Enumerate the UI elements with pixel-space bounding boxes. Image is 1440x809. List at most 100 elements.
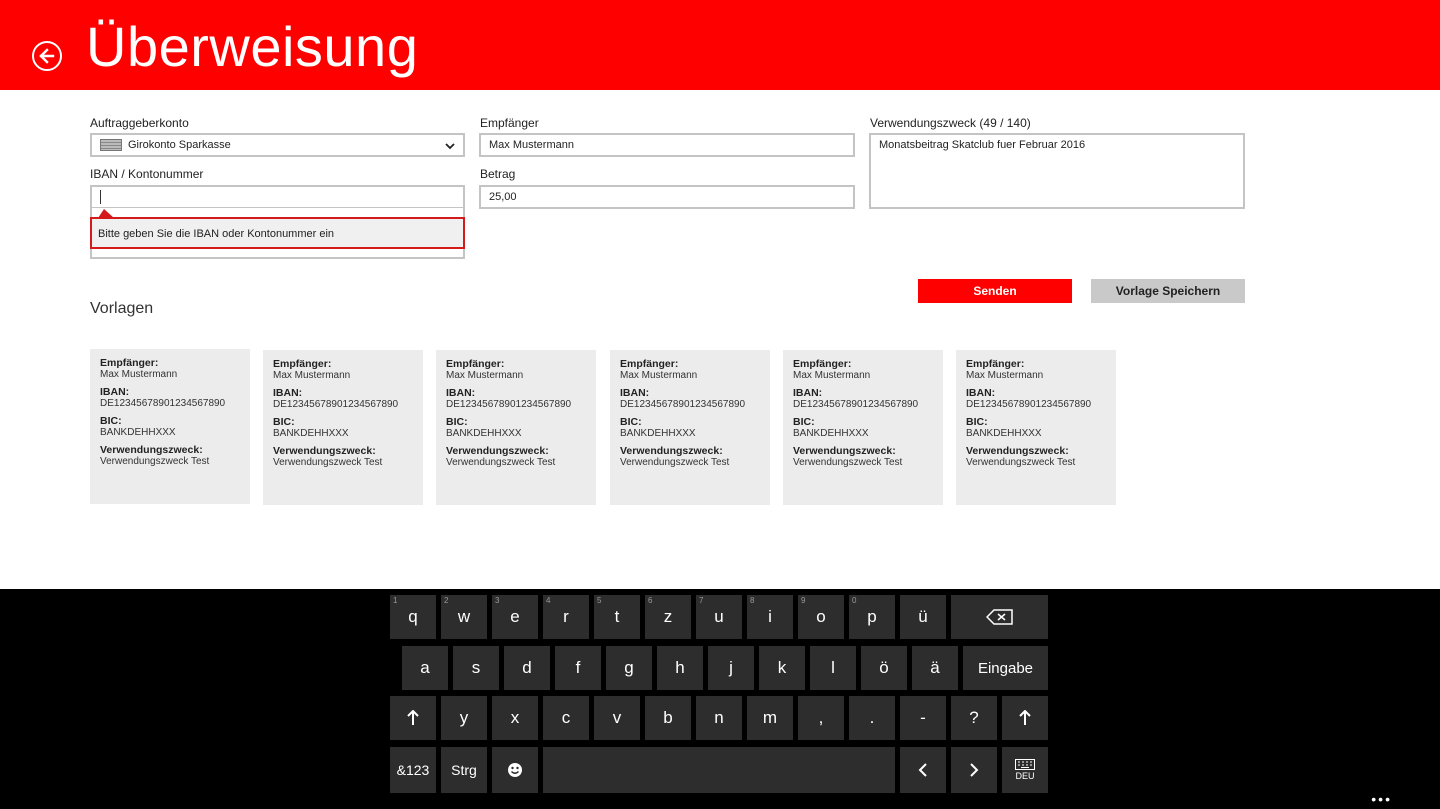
key-y[interactable]: y — [441, 696, 487, 740]
symbols-key[interactable]: &123 — [390, 747, 436, 793]
enter-key[interactable]: Eingabe — [963, 646, 1048, 690]
key-c[interactable]: c — [543, 696, 589, 740]
template-iban: DE12345678901234567890 — [793, 399, 919, 410]
key-m[interactable]: m — [747, 696, 793, 740]
key-i[interactable]: 8i — [747, 595, 793, 639]
template-card[interactable]: Empfänger: Max Mustermann IBAN: DE123456… — [956, 350, 1116, 505]
template-recipient: Max Mustermann — [620, 370, 698, 381]
key-oe[interactable]: ö — [861, 646, 907, 690]
arrow-left-icon — [39, 48, 55, 64]
template-bic-key: BIC: — [446, 416, 468, 428]
template-recipient-key: Empfänger: — [100, 357, 159, 369]
emoji-key[interactable] — [492, 747, 538, 793]
key-k[interactable]: k — [759, 646, 805, 690]
key-r[interactable]: 4r — [543, 595, 589, 639]
key-label: r — [563, 607, 569, 626]
template-bic: BANKDEHHXXX — [273, 428, 349, 439]
template-iban-key: IBAN: — [100, 386, 130, 398]
template-recipient-key: Empfänger: — [793, 358, 852, 370]
send-button[interactable]: Senden — [918, 279, 1072, 303]
template-card[interactable]: Empfänger: Max Mustermann IBAN: DE123456… — [263, 350, 423, 505]
key-hint: 1 — [393, 596, 398, 605]
key-q[interactable]: 1q — [390, 595, 436, 639]
key-n[interactable]: n — [696, 696, 742, 740]
template-iban-key: IBAN: — [793, 387, 823, 399]
template-bic: BANKDEHHXXX — [446, 428, 522, 439]
template-iban-key: IBAN: — [620, 387, 650, 399]
key-minus[interactable]: - — [900, 696, 946, 740]
key-h[interactable]: h — [657, 646, 703, 690]
template-purpose: Verwendungszweck Test — [273, 457, 383, 468]
keyboard-language-label: DEU — [1015, 771, 1035, 781]
template-card[interactable]: Empfänger: Max Mustermann IBAN: DE123456… — [783, 350, 943, 505]
key-t[interactable]: 5t — [594, 595, 640, 639]
key-label: q — [408, 607, 418, 626]
account-select[interactable]: Girokonto Sparkasse — [90, 133, 465, 157]
template-iban-key: IBAN: — [966, 387, 996, 399]
key-f[interactable]: f — [555, 646, 601, 690]
backspace-key[interactable] — [951, 595, 1048, 639]
template-bic-key: BIC: — [793, 416, 815, 428]
template-recipient-key: Empfänger: — [620, 358, 679, 370]
key-comma[interactable]: , — [798, 696, 844, 740]
text-cursor — [100, 190, 101, 204]
template-purpose: Verwendungszweck Test — [620, 457, 730, 468]
purpose-textarea[interactable]: Monatsbeitrag Skatclub fuer Februar 2016 — [869, 133, 1245, 209]
key-hint: 8 — [750, 596, 755, 605]
template-card[interactable]: Empfänger: Max Mustermann IBAN: DE123456… — [90, 349, 250, 504]
key-a[interactable]: a — [402, 646, 448, 690]
iban-error-message: Bitte geben Sie die IBAN oder Kontonumme… — [90, 217, 465, 249]
keyboard-language-key[interactable]: DEU — [1002, 747, 1048, 793]
template-recipient: Max Mustermann — [793, 370, 871, 381]
key-x[interactable]: x — [492, 696, 538, 740]
amount-input[interactable]: 25,00 — [479, 185, 855, 209]
shift-icon — [407, 710, 419, 725]
template-recipient-key: Empfänger: — [273, 358, 332, 370]
key-g[interactable]: g — [606, 646, 652, 690]
key-period[interactable]: . — [849, 696, 895, 740]
key-v[interactable]: v — [594, 696, 640, 740]
key-label: z — [663, 607, 673, 626]
key-hint: 4 — [546, 596, 551, 605]
amount-label: Betrag — [480, 167, 516, 181]
key-question[interactable]: ? — [951, 696, 997, 740]
back-button[interactable] — [32, 41, 62, 71]
space-key[interactable] — [543, 747, 895, 793]
arrow-left-key[interactable] — [900, 747, 946, 793]
recipient-input[interactable]: Max Mustermann — [479, 133, 855, 157]
template-bic: BANKDEHHXXX — [620, 428, 696, 439]
iban-input[interactable] — [90, 185, 465, 209]
key-hint: 7 — [699, 596, 704, 605]
template-iban: DE12345678901234567890 — [100, 398, 226, 409]
key-ue[interactable]: ü — [900, 595, 946, 639]
ctrl-key[interactable]: Strg — [441, 747, 487, 793]
key-e[interactable]: 3e — [492, 595, 538, 639]
key-o[interactable]: 9o — [798, 595, 844, 639]
save-template-button[interactable]: Vorlage Speichern — [1091, 279, 1245, 303]
key-u[interactable]: 7u — [696, 595, 742, 639]
template-card[interactable]: Empfänger: Max Mustermann IBAN: DE123456… — [610, 350, 770, 505]
arrow-right-key[interactable] — [951, 747, 997, 793]
shift-left-key[interactable] — [390, 696, 436, 740]
shift-right-key[interactable] — [1002, 696, 1048, 740]
key-j[interactable]: j — [708, 646, 754, 690]
key-label: e — [510, 607, 520, 626]
bank-card-icon — [100, 139, 122, 151]
key-hint: 3 — [495, 596, 500, 605]
more-options-button[interactable]: ••• — [1371, 791, 1392, 807]
template-iban: DE12345678901234567890 — [966, 399, 1092, 410]
key-l[interactable]: l — [810, 646, 856, 690]
template-card[interactable]: Empfänger: Max Mustermann IBAN: DE123456… — [436, 350, 596, 505]
template-bic: BANKDEHHXXX — [100, 427, 176, 438]
key-b[interactable]: b — [645, 696, 691, 740]
template-recipient: Max Mustermann — [273, 370, 351, 381]
template-purpose-key: Verwendungszweck: — [273, 445, 376, 457]
template-purpose: Verwendungszweck Test — [446, 457, 556, 468]
key-w[interactable]: 2w — [441, 595, 487, 639]
template-recipient: Max Mustermann — [966, 370, 1044, 381]
key-p[interactable]: 0p — [849, 595, 895, 639]
key-z[interactable]: 6z — [645, 595, 691, 639]
key-d[interactable]: d — [504, 646, 550, 690]
key-ae[interactable]: ä — [912, 646, 958, 690]
key-s[interactable]: s — [453, 646, 499, 690]
